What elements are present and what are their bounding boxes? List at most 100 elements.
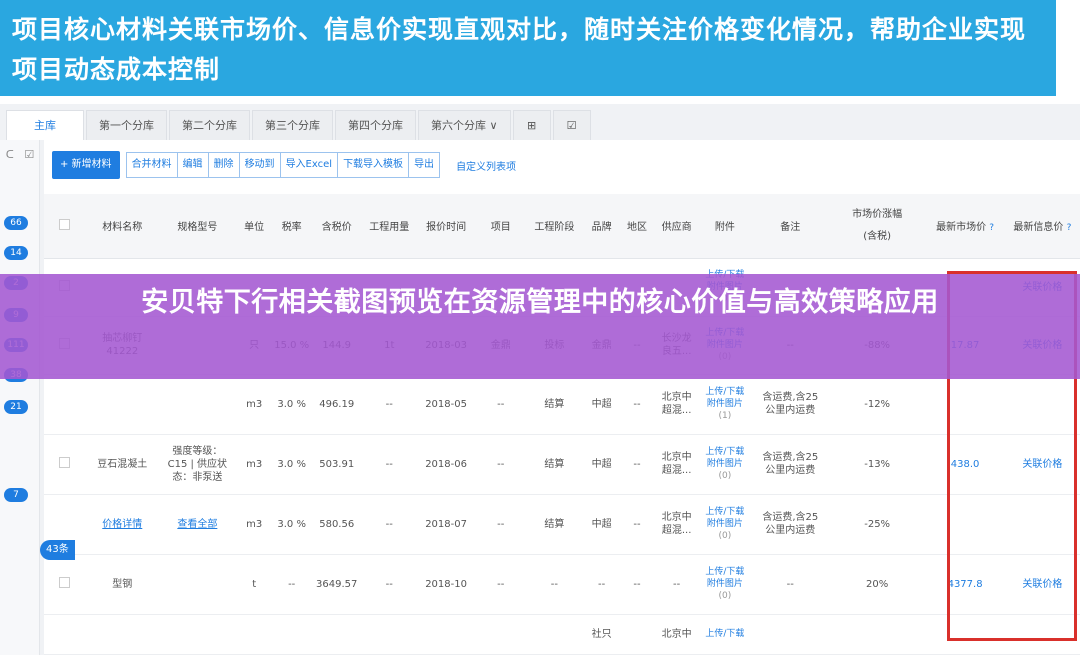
tab-library-4[interactable]: 第四个分库	[335, 110, 416, 140]
column-header[interactable]: 工程阶段	[524, 194, 585, 259]
column-header[interactable]: 单位	[234, 194, 274, 259]
move-to-button[interactable]: 移动到	[239, 153, 281, 177]
column-header[interactable]: 备注	[751, 194, 829, 259]
table-row[interactable]: 价格详情 查看全部 m3 3.0 % 580.56 -- 2018-07 -- 结算 中超 -- 北京…	[44, 494, 1080, 555]
download-template-button[interactable]: 下载导入模板	[338, 153, 410, 177]
import-excel-button[interactable]: 导入Excel	[280, 153, 339, 177]
attachment-link[interactable]: 附件图片	[698, 578, 752, 590]
column-header[interactable]: 项目	[477, 194, 525, 259]
market-change-cell: -25%	[828, 494, 926, 555]
attachment-count: (0)	[718, 591, 732, 601]
price-cell: 503.91	[309, 434, 364, 495]
supplier-cell-text: 北京中 超混...	[661, 452, 692, 476]
unit-cell	[234, 614, 274, 655]
select-all-checkbox[interactable]	[58, 218, 70, 230]
column-header-latest-info[interactable]: 最新信息价 ?	[1004, 194, 1080, 259]
tab-library-6[interactable]: 第六个分库 ∨	[418, 110, 511, 140]
select[interactable]	[44, 554, 85, 615]
strip-icons: ᑕ ☑	[0, 148, 40, 161]
help-icon[interactable]: ?	[989, 223, 994, 233]
spec-cell-text[interactable]: 查看全部	[177, 519, 217, 530]
column-header[interactable]: 品牌	[584, 194, 619, 259]
attachment-cell[interactable]: 上传/下载附件图片(0)	[698, 494, 752, 555]
add-material-button[interactable]: + 新增材料	[52, 151, 120, 179]
attachment-link[interactable]: 上传/下载	[698, 628, 752, 640]
attachment-count: (1)	[718, 411, 732, 421]
unit-cell-text: m3	[246, 398, 263, 410]
column-header[interactable]: 材料名称	[84, 194, 160, 259]
note-cell: 含运费,含25 公里内运费	[751, 494, 829, 555]
custom-columns-link[interactable]: 自定义列表项	[456, 158, 516, 173]
delete-button[interactable]: 删除	[208, 153, 240, 177]
column-header[interactable]: 税率	[273, 194, 310, 259]
attachment-cell[interactable]: 上传/下载 附件图片 (1)	[698, 374, 752, 435]
attachment-cell[interactable]: 上传/下载附件图片(0)	[698, 434, 752, 495]
edit-button[interactable]: 编辑	[177, 153, 209, 177]
table-row[interactable]: 型钢 t -- 3649.57 -- 2018-10 -- -- -- -- -- 上传/下载 附件图片…	[44, 554, 1080, 615]
column-header[interactable]: 供应商	[655, 194, 699, 259]
note-cell: 含运费,含25 公里内运费	[751, 374, 829, 435]
material-name-cell-text[interactable]: 价格详情	[102, 519, 142, 530]
region-cell-text: --	[633, 518, 641, 530]
checklist-icon[interactable]: ☑	[24, 148, 34, 161]
project-cell: --	[477, 554, 525, 615]
column-header-market-change[interactable]: 市场价涨幅 (含税)	[828, 194, 926, 259]
caption-text: 安贝特下行相关截图预览在资源管理中的核心价值与高效策略应用	[141, 287, 939, 318]
tab-library-2[interactable]: 第二个分库	[169, 110, 250, 140]
quantity-cell-text: --	[385, 458, 393, 470]
merge-material-button[interactable]: 合并材料	[126, 153, 178, 177]
column-header[interactable]: 附件	[698, 194, 752, 259]
price-cell-text: 496.19	[319, 398, 355, 410]
table-row[interactable]: 社只 北京中 上传/下载	[44, 614, 1080, 655]
grid-icon[interactable]: ⊞	[512, 110, 551, 140]
export-button[interactable]: 导出	[409, 153, 440, 177]
header-select[interactable]	[44, 194, 85, 259]
category-count-badge[interactable]: 14	[4, 246, 28, 260]
material-name-cell[interactable]: 价格详情	[84, 494, 160, 555]
quote-time-cell: 2018-07	[415, 494, 478, 555]
row-checkbox[interactable]	[58, 456, 70, 468]
attachment-link[interactable]: 上传/下载	[698, 386, 752, 398]
tab-library-1[interactable]: 第一个分库	[86, 110, 167, 140]
project-cell-text: --	[497, 578, 505, 590]
app-window: 主库 第一个分库 第二个分库 第三个分库 第四个分库 第六个分库 ∨ ⊞ ☑ ᑕ…	[0, 104, 1080, 655]
brand-cell-text: 中超	[591, 458, 612, 470]
brand-cell: 社只	[584, 614, 619, 655]
row-checkbox[interactable]	[58, 576, 70, 588]
column-header-latest-market[interactable]: 最新市场价 ?	[925, 194, 1005, 259]
attachment-count: (0)	[718, 471, 732, 481]
table-row[interactable]: m3 3.0 % 496.19 -- 2018-05 -- 结算 中超 -- 北京中 超混... 上…	[44, 374, 1080, 435]
category-count-badge[interactable]: 66	[4, 216, 28, 230]
project-cell-text: --	[497, 458, 505, 470]
attachment-link[interactable]: 上传/下载	[698, 506, 752, 518]
attachment-link[interactable]: 附件图片	[698, 518, 752, 530]
market-change-cell-text: -25%	[864, 518, 891, 530]
collapse-icon[interactable]: ᑕ	[6, 148, 14, 161]
help-icon[interactable]: ?	[1067, 223, 1072, 233]
column-header[interactable]: 工程用量	[363, 194, 415, 259]
note-cell: 含运费,含25 公里内运费	[751, 434, 829, 495]
spec-cell[interactable]: 查看全部	[159, 494, 235, 555]
column-header[interactable]: 报价时间	[415, 194, 478, 259]
attachment-link[interactable]: 上传/下载	[698, 566, 752, 578]
tab-library-3[interactable]: 第三个分库	[252, 110, 333, 140]
category-count-badge[interactable]: 7	[4, 488, 28, 502]
attachment-link[interactable]: 上传/下载	[698, 446, 752, 458]
tab-main-library[interactable]: 主库	[6, 110, 84, 140]
attachment-link[interactable]: 附件图片	[698, 458, 752, 470]
column-header[interactable]: 规格型号	[159, 194, 235, 259]
attachment-link[interactable]: 附件图片	[698, 398, 752, 410]
attachment-cell[interactable]: 上传/下载	[698, 614, 752, 655]
category-count-badge[interactable]: 21	[4, 400, 28, 414]
attachment-cell[interactable]: 上传/下载附件图片(0)	[698, 554, 752, 615]
select[interactable]	[44, 434, 85, 495]
select[interactable]	[44, 614, 85, 655]
supplier-cell: 北京中 超混...	[655, 434, 699, 495]
select[interactable]	[44, 374, 85, 435]
edit-tabs-icon[interactable]: ☑	[552, 110, 591, 140]
table-row[interactable]: 豆石混凝土 强度等级： C15 | 供应状 态：非泵送 m3 3.0 % 503.91 -…	[44, 434, 1080, 495]
supplier-cell-text: 北京中	[661, 628, 692, 640]
column-header[interactable]: 含税价	[309, 194, 364, 259]
quote-time-cell-text: 2018-10	[425, 578, 467, 590]
column-header[interactable]: 地区	[618, 194, 656, 259]
